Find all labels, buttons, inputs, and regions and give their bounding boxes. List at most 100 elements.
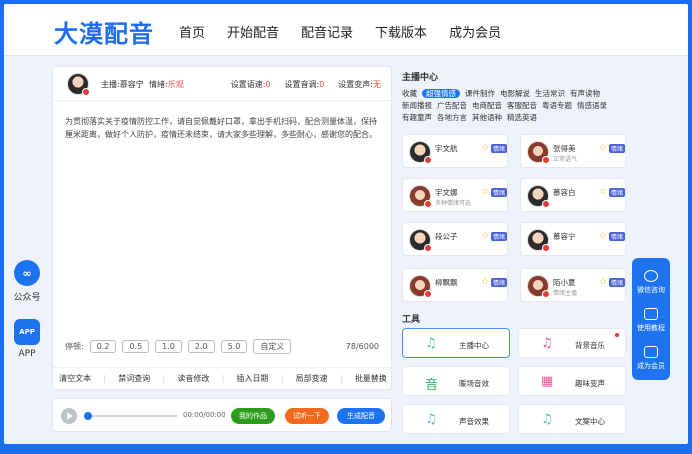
star-icon[interactable]: ☆ xyxy=(599,143,607,153)
main-nav: 首页 开始配音 配音记录 下载版本 成为会员 xyxy=(179,22,523,41)
category-tag[interactable]: 其他语种 xyxy=(472,113,502,122)
category-tag[interactable]: 各地方言 xyxy=(437,113,467,122)
try-listen-button[interactable]: 试听一下 xyxy=(285,408,329,424)
anchor-card[interactable]: 慕容宁 ☆ 情绪 xyxy=(520,222,626,256)
tone-setting[interactable]: 设置音调:0 xyxy=(285,79,325,90)
wechat-official-label: 公众号 xyxy=(13,293,41,303)
left-float-bar: ∞ 公众号 APP APP xyxy=(12,260,42,375)
emotion-label: 情绪: xyxy=(149,80,168,89)
category-tag[interactable]: 课件制作 xyxy=(465,89,495,98)
wechat-official-button[interactable]: ∞ 公众号 xyxy=(12,260,42,303)
generate-button[interactable]: 生成配音 xyxy=(337,408,385,424)
music-note-icon: ♫ xyxy=(425,412,437,427)
tool-button[interactable]: ♫ 声音效果 xyxy=(402,404,510,434)
anchor-name: 柳飘飘 xyxy=(435,278,458,287)
member-button[interactable]: 成为会员 xyxy=(632,346,670,371)
pause-0-5-button[interactable]: 0.5 xyxy=(122,340,150,353)
tool-button[interactable]: ♫ 背景音乐 xyxy=(518,328,626,358)
anchor-card[interactable]: 宇文航 ☆ 情绪 xyxy=(402,134,508,168)
pause-2-0-button[interactable]: 2.0 xyxy=(187,340,215,353)
progress-slider[interactable] xyxy=(84,412,177,420)
toolbar-divider: | xyxy=(103,374,107,383)
doc-icon xyxy=(644,308,658,320)
anchor-desc: 多种情绪可选 xyxy=(435,200,472,207)
nav-dubbing-records[interactable]: 配音记录 xyxy=(301,22,353,41)
anchor-center-title: 主播中心 xyxy=(402,73,439,83)
anchor-card[interactable]: 慕容白 ☆ 情绪 xyxy=(520,178,626,212)
music-note-icon: ♫ xyxy=(541,336,553,351)
pause-1-0-button[interactable]: 1.0 xyxy=(155,340,182,353)
category-tag[interactable]: 新闻播报 xyxy=(402,101,432,110)
anchor-name: 慕容白 xyxy=(553,188,576,197)
tool-button[interactable]: 音 暖场音效 xyxy=(402,366,510,396)
insert-date-button[interactable]: 插入日期 xyxy=(237,373,269,384)
anchor-avatar xyxy=(409,229,432,252)
banned-word-button[interactable]: 禁词查询 xyxy=(118,373,150,384)
category-tag[interactable]: 粤语专题 xyxy=(542,101,572,110)
star-icon[interactable]: ☆ xyxy=(481,187,489,197)
category-tag[interactable]: 有声读物 xyxy=(570,89,600,98)
tool-button[interactable]: ♫ 主播中心 xyxy=(402,328,510,358)
toolbar-divider: | xyxy=(162,374,166,383)
editor-settings-bar: 主播:慕容宁 情绪:乐观 设置语速:0 设置音调:0 设置变声:无 xyxy=(53,67,393,101)
anchor-desc: 情绪主播 xyxy=(553,290,578,297)
tutorial-button[interactable]: 使用教程 xyxy=(632,308,670,333)
anchor-avatar xyxy=(527,275,550,298)
pause-0-2-button[interactable]: 0.2 xyxy=(89,340,117,353)
my-works-button[interactable]: 我的作品 xyxy=(231,408,275,424)
tone-value: 0 xyxy=(319,80,325,89)
pause-5-0-button[interactable]: 5.0 xyxy=(220,340,248,353)
play-dot-icon xyxy=(542,200,550,208)
toolbar-divider: | xyxy=(221,374,225,383)
anchor-card[interactable]: 柳飘飘 ☆ 情绪 xyxy=(402,268,508,302)
category-tag[interactable]: 收藏 xyxy=(402,89,417,98)
category-tag[interactable]: 电商配音 xyxy=(472,101,502,110)
category-tag[interactable]: 超强情感 xyxy=(422,89,460,98)
star-icon[interactable]: ☆ xyxy=(481,277,489,287)
text-editor-panel: 主播:慕容宁 情绪:乐观 设置语速:0 设置音调:0 设置变声:无 为贯彻落实关… xyxy=(52,66,393,390)
nav-membership[interactable]: 成为会员 xyxy=(449,22,501,41)
nav-start-dubbing[interactable]: 开始配音 xyxy=(227,22,279,41)
category-tag[interactable]: 情感语录 xyxy=(577,101,607,110)
pause-custom-button[interactable]: 自定义 xyxy=(253,339,292,354)
partial-speed-button[interactable]: 局部变速 xyxy=(296,373,328,384)
tool-label: 背景音乐 xyxy=(575,341,605,350)
script-textarea[interactable]: 为贯彻落实关于疫情防控工作，请自觉佩戴好口罩，拿出手机扫码，配合测量体温，保持厘… xyxy=(65,115,383,141)
current-anchor[interactable]: 主播:慕容宁 xyxy=(101,79,144,90)
pronunciation-button[interactable]: 读音修改 xyxy=(177,373,209,384)
emotion-setting[interactable]: 情绪:乐观 xyxy=(149,79,184,90)
star-icon[interactable]: ☆ xyxy=(599,187,607,197)
speed-setting[interactable]: 设置语速:0 xyxy=(231,79,271,90)
app-button[interactable]: APP APP xyxy=(12,319,42,359)
category-tag[interactable]: 客服配音 xyxy=(507,101,537,110)
wechat-consult-button[interactable]: 微信咨询 xyxy=(632,270,670,295)
play-dot-icon xyxy=(424,156,432,164)
play-icon[interactable] xyxy=(61,408,77,424)
tool-button[interactable]: ▦ 趣味变声 xyxy=(518,366,626,396)
nav-download[interactable]: 下载版本 xyxy=(375,22,427,41)
anchor-avatar[interactable] xyxy=(67,73,90,96)
category-tag[interactable]: 电影解说 xyxy=(500,89,530,98)
star-icon[interactable]: ☆ xyxy=(481,143,489,153)
sound-icon: 音 xyxy=(425,378,439,393)
batch-replace-button[interactable]: 批量替换 xyxy=(355,373,387,384)
voice-change-setting[interactable]: 设置变声:无 xyxy=(338,79,381,90)
anchor-card[interactable]: 陌小夏 情绪主播 ☆ 情绪 xyxy=(520,268,626,302)
category-tag[interactable]: 广告配音 xyxy=(437,101,467,110)
category-tag[interactable]: 生活常识 xyxy=(535,89,565,98)
anchor-card[interactable]: 段公子 ☆ 情绪 xyxy=(402,222,508,256)
nav-home[interactable]: 首页 xyxy=(179,22,205,41)
anchor-avatar xyxy=(409,141,432,164)
clear-text-button[interactable]: 清空文本 xyxy=(59,373,91,384)
star-icon[interactable]: ☆ xyxy=(481,231,489,241)
category-tag[interactable]: 有趣童声 xyxy=(402,113,432,122)
star-icon[interactable]: ☆ xyxy=(599,231,607,241)
progress-knob[interactable] xyxy=(84,412,92,420)
anchor-card[interactable]: 宇文娜 多种情绪可选 ☆ 情绪 xyxy=(402,178,508,212)
anchor-card[interactable]: 张得美 正常语气 ☆ 情绪 xyxy=(520,134,626,168)
star-icon[interactable]: ☆ xyxy=(599,277,607,287)
category-tag[interactable]: 精选英语 xyxy=(507,113,537,122)
tool-button[interactable]: ♫ 文案中心 xyxy=(518,404,626,434)
music-note-icon: ♫ xyxy=(425,336,437,351)
logo[interactable]: 大漠配音 xyxy=(54,14,154,49)
